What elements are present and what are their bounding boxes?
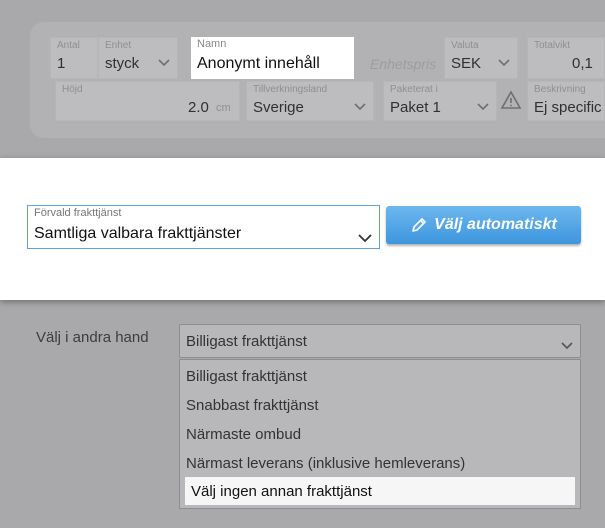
chevron-down-icon bbox=[497, 58, 511, 68]
auto-select-label: Välj automatiskt bbox=[434, 216, 557, 233]
shipping-service-panel: Förvald frakttjänst Samtliga valbara fra… bbox=[0, 158, 605, 300]
secondary-shipping-value: Billigast frakttjänst bbox=[186, 333, 307, 350]
chevron-down-icon bbox=[357, 230, 373, 248]
chevron-down-icon bbox=[476, 102, 490, 112]
height-field[interactable]: Höjd 2.0 cm bbox=[55, 81, 240, 121]
option-nearest-delivery[interactable]: Närmast leverans (inklusive hemleverans) bbox=[186, 455, 465, 472]
origin-country-select[interactable]: Tillverkningsland Sverige bbox=[246, 81, 374, 121]
total-weight-label: Totalvikt bbox=[534, 40, 571, 51]
secondary-options-list: Billigast frakttjänst Snabbast frakttjän… bbox=[179, 359, 581, 509]
name-field[interactable]: Namn Anonymt innehåll bbox=[191, 37, 354, 79]
name-label: Namn bbox=[197, 38, 227, 50]
unit-price-input[interactable]: Enhetspris bbox=[370, 56, 436, 72]
quantity-label: Antal bbox=[57, 40, 80, 51]
height-value: 2.0 bbox=[188, 99, 209, 116]
height-label: Höjd bbox=[62, 84, 83, 95]
option-cheapest[interactable]: Billigast frakttjänst bbox=[186, 368, 307, 385]
option-nearest-agent[interactable]: Närmaste ombud bbox=[186, 426, 301, 443]
description-label: Beskrivning bbox=[534, 84, 586, 95]
currency-select[interactable]: Valuta SEK bbox=[444, 37, 518, 79]
unit-value: styck bbox=[105, 55, 140, 72]
total-weight-field[interactable]: Totalvikt 0,1 bbox=[527, 37, 605, 79]
pencil-icon bbox=[410, 216, 428, 234]
chevron-down-icon bbox=[157, 58, 171, 68]
height-unit: cm bbox=[216, 102, 231, 114]
option-none[interactable]: Välj ingen annan frakttjänst bbox=[185, 477, 575, 505]
secondary-shipping-select[interactable]: Billigast frakttjänst bbox=[179, 324, 581, 358]
origin-country-label: Tillverkningsland bbox=[253, 84, 328, 95]
auto-select-button[interactable]: Välj automatiskt bbox=[386, 206, 581, 244]
quantity-value: 1 bbox=[57, 55, 66, 72]
default-shipping-value: Samtliga valbara frakttjänster bbox=[34, 225, 242, 242]
unit-select[interactable]: Enhet styck bbox=[98, 37, 178, 79]
name-value: Anonymt innehåll bbox=[197, 55, 320, 72]
packaged-in-select[interactable]: Paketerat i Paket 1 bbox=[383, 81, 497, 121]
currency-value: SEK bbox=[451, 55, 482, 72]
packaged-in-value: Paket 1 bbox=[390, 99, 441, 116]
default-shipping-label: Förvald frakttjänst bbox=[34, 207, 122, 219]
currency-label: Valuta bbox=[451, 40, 479, 51]
origin-country-value: Sverige bbox=[253, 99, 304, 116]
secondary-choice-label: Välj i andra hand bbox=[36, 329, 149, 346]
description-value: Ej specific bbox=[534, 99, 602, 116]
unit-label: Enhet bbox=[105, 40, 132, 51]
chevron-down-icon bbox=[560, 338, 574, 356]
description-field[interactable]: Beskrivning Ej specific bbox=[527, 81, 605, 121]
total-weight-value: 0,1 bbox=[572, 55, 593, 72]
option-fastest[interactable]: Snabbast frakttjänst bbox=[186, 397, 319, 414]
warning-icon bbox=[500, 90, 522, 115]
quantity-field[interactable]: Antal 1 bbox=[50, 37, 98, 79]
chevron-down-icon bbox=[353, 102, 367, 112]
packaged-in-label: Paketerat i bbox=[390, 84, 438, 95]
default-shipping-select[interactable]: Förvald frakttjänst Samtliga valbara fra… bbox=[27, 205, 380, 249]
